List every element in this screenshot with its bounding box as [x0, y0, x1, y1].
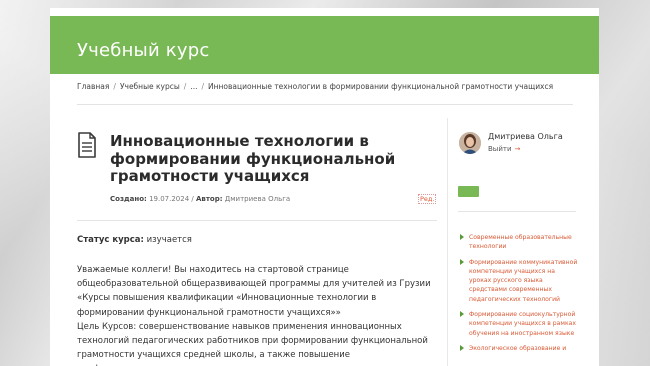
breadcrumb-current: Инновационные технологии в формировании … — [208, 82, 554, 91]
created-label: Создано: — [110, 195, 147, 203]
created-date: 19.07.2024 — [149, 195, 190, 203]
breadcrumb-separator: / — [113, 82, 116, 91]
status-label: Статус курса: — [77, 235, 144, 245]
avatar[interactable] — [459, 132, 481, 154]
sidebar-divider — [447, 118, 448, 366]
logout-link[interactable]: Выйти → — [488, 145, 520, 153]
edit-button[interactable]: Ред. — [418, 194, 437, 204]
list-item[interactable]: Современные образовательные технологии — [458, 233, 578, 252]
breadcrumb-home[interactable]: Главная — [77, 82, 109, 91]
body-paragraph: Уважаемые коллеги! Вы находитесь на стар… — [77, 265, 431, 318]
list-item[interactable]: Формирование социокультурной компетенции… — [458, 310, 578, 338]
divider — [77, 104, 573, 105]
logout-arrow-icon: → — [514, 145, 521, 153]
site-title[interactable]: Учебный курс — [77, 40, 209, 61]
status-value: изучается — [146, 235, 192, 245]
divider — [458, 211, 576, 212]
avatar-image — [459, 132, 481, 154]
breadcrumb-separator: / — [201, 82, 204, 91]
breadcrumb-ellipsis[interactable]: ... — [190, 82, 197, 91]
document-icon — [78, 132, 96, 158]
article-body: Уважаемые коллеги! Вы находитесь на стар… — [77, 263, 437, 366]
author-name: Дмитриева Ольга — [224, 195, 291, 203]
breadcrumb: Главная / Учебные курсы /... / Инновационные … — [77, 82, 553, 91]
list-item[interactable]: Экологическое образование и — [458, 344, 578, 353]
site-header: Учебный курс — [50, 16, 599, 74]
breadcrumb-separator: / — [183, 82, 187, 91]
divider — [77, 220, 437, 221]
page-container: Учебный курс Главная / Учебные курсы /... / И… — [50, 8, 599, 366]
meta-separator: / — [191, 195, 194, 203]
user-name[interactable]: Дмитриева Ольга — [488, 132, 563, 141]
green-button[interactable] — [458, 186, 479, 197]
article-meta: Создано: 19.07.2024 / Автор: Дмитриева О… — [110, 195, 290, 203]
breadcrumb-courses[interactable]: Учебные курсы — [120, 82, 180, 91]
body-paragraph: Цель Курсов: совершенствование навыков п… — [77, 321, 428, 366]
logout-label[interactable]: Выйти — [488, 145, 512, 153]
author-label: Автор: — [196, 195, 223, 203]
list-item[interactable]: Формирование коммуникативной компетенции… — [458, 258, 578, 304]
course-status: Статус курса: изучается — [77, 235, 192, 245]
article-title: Инновационные технологии в формировании … — [110, 132, 396, 185]
sidebar-course-links: Современные образовательные технологии Ф… — [458, 233, 578, 359]
